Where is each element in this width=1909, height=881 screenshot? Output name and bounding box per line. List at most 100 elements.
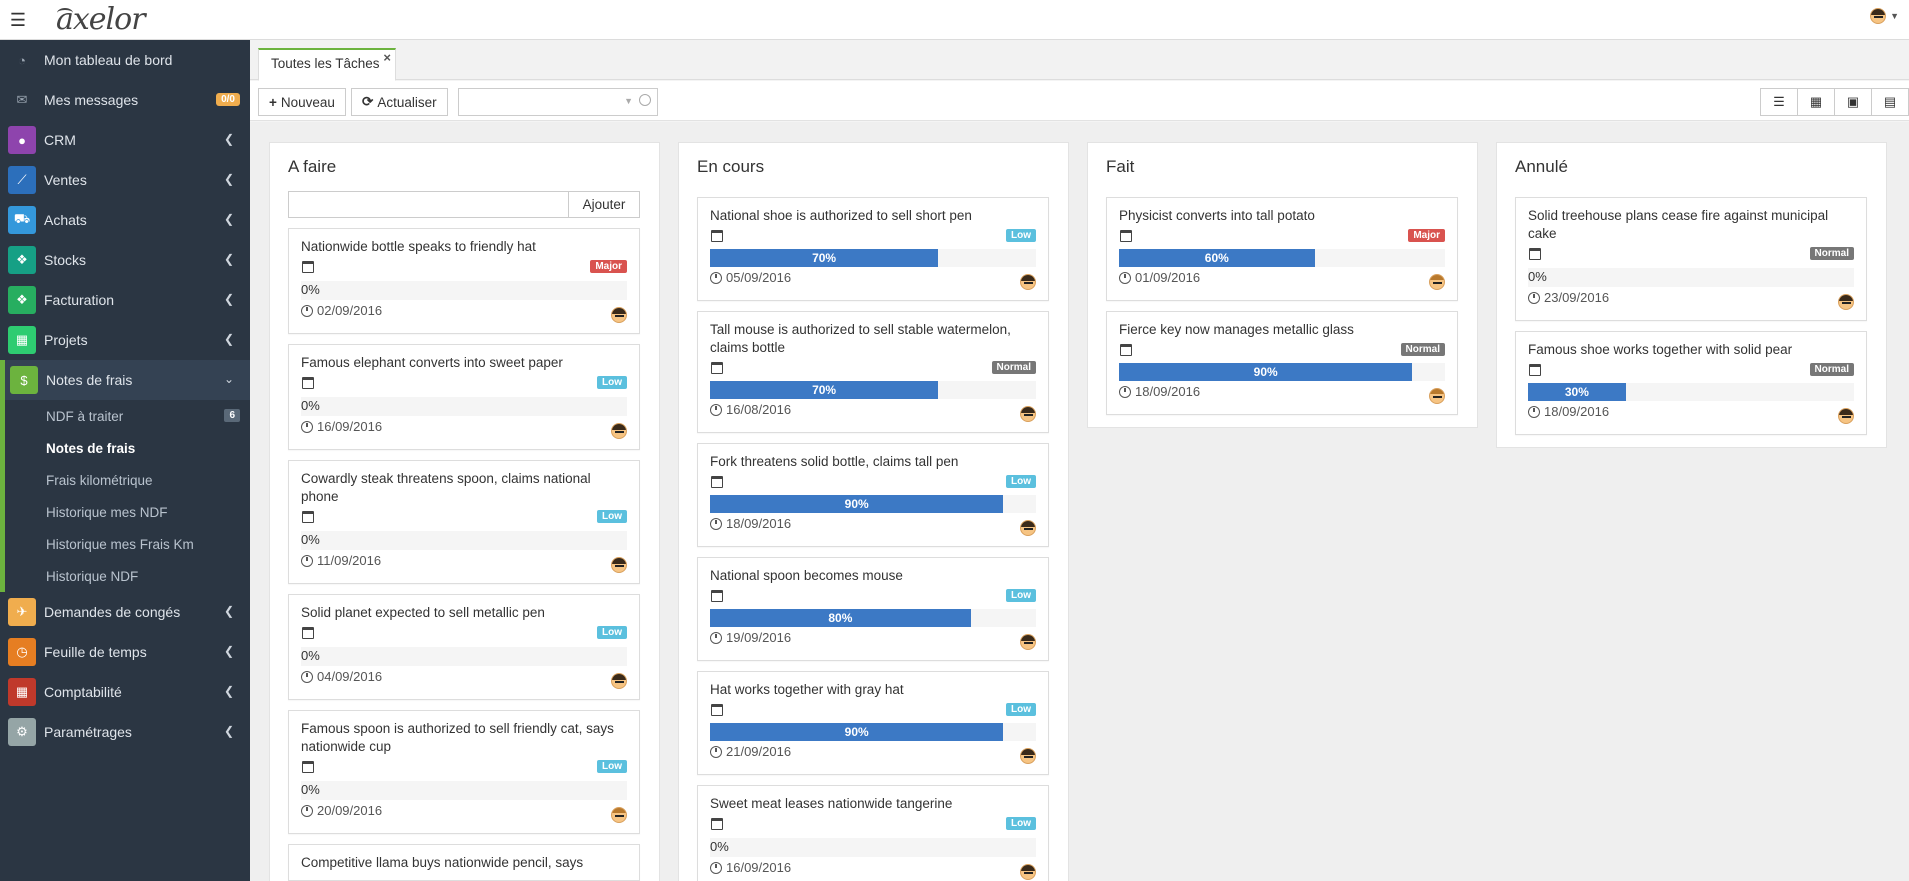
submenu-item-ndf-a-traiter[interactable]: NDF à traiter 6: [5, 400, 250, 432]
sidebar-item-feuille-de-temps[interactable]: ◷ Feuille de temps ❮: [0, 632, 250, 672]
refresh-button[interactable]: ⟳ Actualiser: [351, 88, 448, 116]
sidebar-item-label: Mon tableau de bord: [44, 52, 173, 68]
kanban-column-a-faire: A faire Ajouter Nationwide bottle speaks…: [269, 142, 660, 881]
calculator-icon: ▦: [8, 326, 36, 354]
task-meta-row: Low: [710, 701, 1036, 721]
chevron-left-icon: ❮: [223, 332, 234, 346]
task-card[interactable]: Famous spoon is authorized to sell frien…: [288, 710, 640, 834]
sidebar-item-ventes[interactable]: ⟋ Ventes ❮: [0, 160, 250, 200]
task-meta-row: Low: [301, 624, 627, 644]
task-date-row: 05/09/2016: [710, 270, 1036, 292]
calculator-icon: ▦: [8, 678, 36, 706]
submenu-item-historique-mes-frais-km[interactable]: Historique mes Frais Km: [5, 528, 250, 560]
task-card[interactable]: Fierce key now manages metallic glass Nor…: [1106, 311, 1458, 415]
sidebar-item-label: Ventes: [44, 172, 87, 188]
task-date: 21/09/2016: [726, 744, 792, 759]
priority-badge: Low: [597, 510, 627, 523]
task-card[interactable]: Fork threatens solid bottle, claims tall…: [697, 443, 1049, 547]
messages-badge: 0/0: [216, 93, 240, 106]
sidebar: ◔ Mon tableau de bord ✉ Mes messages 0/0…: [0, 40, 250, 881]
close-icon[interactable]: ×: [383, 50, 391, 65]
task-card[interactable]: Famous elephant converts into sweet pape…: [288, 344, 640, 450]
task-date: 05/09/2016: [726, 270, 792, 285]
task-title: Fierce key now manages metallic glass: [1119, 322, 1354, 337]
calendar-icon: [302, 377, 314, 389]
sidebar-item-demandes-conges[interactable]: ✈ Demandes de congés ❮: [0, 592, 250, 632]
priority-badge: Low: [1006, 229, 1036, 242]
progress-label: 0%: [301, 396, 627, 416]
task-card[interactable]: Tall mouse is authorized to sell stable …: [697, 311, 1049, 433]
task-date-row: 16/08/2016: [710, 402, 1036, 424]
task-card[interactable]: Nationwide bottle speaks to friendly hat…: [288, 228, 640, 334]
sidebar-item-notes-de-frais[interactable]: $ Notes de frais ⌄: [0, 360, 250, 400]
task-date-row: 19/09/2016: [710, 630, 1036, 652]
sidebar-item-label: Projets: [44, 332, 88, 348]
quick-add-input[interactable]: [288, 191, 569, 218]
sidebar-item-crm[interactable]: ● CRM ❮: [0, 120, 250, 160]
submenu-item-historique-ndf[interactable]: Historique NDF: [5, 560, 250, 592]
task-card[interactable]: Solid planet expected to sell metallic p…: [288, 594, 640, 700]
submenu-item-label: Historique NDF: [46, 568, 139, 584]
chevron-left-icon: ❮: [223, 724, 234, 738]
task-date: 16/09/2016: [726, 860, 792, 875]
sidebar-item-projets[interactable]: ▦ Projets ❮: [0, 320, 250, 360]
calendar-icon: [302, 627, 314, 639]
task-meta-row: Low: [710, 227, 1036, 247]
submenu-item-notes-de-frais[interactable]: Notes de frais: [5, 432, 250, 464]
sidebar-item-comptabilite[interactable]: ▦ Comptabilité ❮: [0, 672, 250, 712]
task-date-row: 16/09/2016: [710, 860, 1036, 881]
list-view-icon[interactable]: ☰: [1760, 88, 1798, 116]
task-card[interactable]: Hat works together with gray hat Low 90% 21…: [697, 671, 1049, 775]
submenu-item-label: Historique mes Frais Km: [46, 536, 194, 552]
kanban-column-en-cours: En cours National shoe is authorized to …: [678, 142, 1069, 881]
quick-add-row: Ajouter: [288, 191, 640, 218]
sidebar-item-achats[interactable]: ⛟ Achats ❮: [0, 200, 250, 240]
priority-badge: Low: [1006, 589, 1036, 602]
calendar-icon: [711, 476, 723, 488]
card-list: Nationwide bottle speaks to friendly hat…: [270, 228, 659, 881]
task-card[interactable]: Competitive llama buys nationwide pencil…: [288, 844, 640, 881]
grid-view-icon[interactable]: ▦: [1797, 88, 1835, 116]
task-card[interactable]: National spoon becomes mouse Low 80% 19/09/…: [697, 557, 1049, 661]
add-button[interactable]: Ajouter: [568, 191, 640, 218]
cubes-icon: ❖: [8, 286, 36, 314]
user-menu[interactable]: ▼: [1870, 8, 1899, 24]
sidebar-item-label: Mes messages: [44, 92, 139, 108]
progress-label: 0%: [710, 837, 1036, 857]
task-card[interactable]: Sweet meat leases nationwide tangerine Lo…: [697, 785, 1049, 881]
sidebar-item-facturation[interactable]: ❖ Facturation ❮: [0, 280, 250, 320]
progress-fill: 70%: [710, 249, 939, 267]
task-card[interactable]: Cowardly steak threatens spoon, claims n…: [288, 460, 640, 584]
assignee-avatar-icon: [1020, 406, 1036, 422]
clock-icon: [710, 404, 722, 416]
search-icon[interactable]: [639, 94, 651, 106]
task-date: 01/09/2016: [1135, 270, 1201, 285]
progress-bar: 70%: [710, 381, 1036, 399]
submenu-item-frais-kilometrique[interactable]: Frais kilométrique: [5, 464, 250, 496]
task-card[interactable]: National shoe is authorized to sell shor…: [697, 197, 1049, 301]
form-view-icon[interactable]: ▤: [1871, 88, 1909, 116]
hamburger-menu-icon[interactable]: ☰: [0, 0, 36, 40]
new-button[interactable]: + Nouveau: [258, 88, 346, 116]
sidebar-item-stocks[interactable]: ❖ Stocks ❮: [0, 240, 250, 280]
sidebar-item-messages[interactable]: ✉ Mes messages 0/0: [0, 80, 250, 120]
progress-bar: 90%: [1119, 363, 1445, 381]
submenu-item-historique-mes-ndf[interactable]: Historique mes NDF: [5, 496, 250, 528]
search-input[interactable]: ▼: [458, 88, 658, 116]
app-logo[interactable]: axelor: [56, 2, 146, 37]
sidebar-item-dashboard[interactable]: ◔ Mon tableau de bord: [0, 40, 250, 80]
gear-icon: ⚙: [8, 718, 36, 746]
task-card[interactable]: Physicist converts into tall potato Major…: [1106, 197, 1458, 301]
task-card[interactable]: Solid treehouse plans cease fire against…: [1515, 197, 1867, 321]
assignee-avatar-icon: [1020, 634, 1036, 650]
task-card[interactable]: Famous shoe works together with solid pe…: [1515, 331, 1867, 435]
calendar-view-icon[interactable]: ▣: [1834, 88, 1872, 116]
task-title: Famous shoe works together with solid pe…: [1528, 342, 1793, 357]
clock-icon: [710, 862, 722, 874]
sidebar-item-parametrages[interactable]: ⚙ Paramétrages ❮: [0, 712, 250, 752]
dropdown-caret-icon[interactable]: ▼: [624, 96, 633, 106]
tab-toutes-les-taches[interactable]: Toutes les Tâches ×: [258, 48, 396, 81]
user-icon: ●: [8, 126, 36, 154]
progress-fill: 90%: [710, 495, 1004, 513]
tab-label: Toutes les Tâches: [271, 56, 380, 71]
